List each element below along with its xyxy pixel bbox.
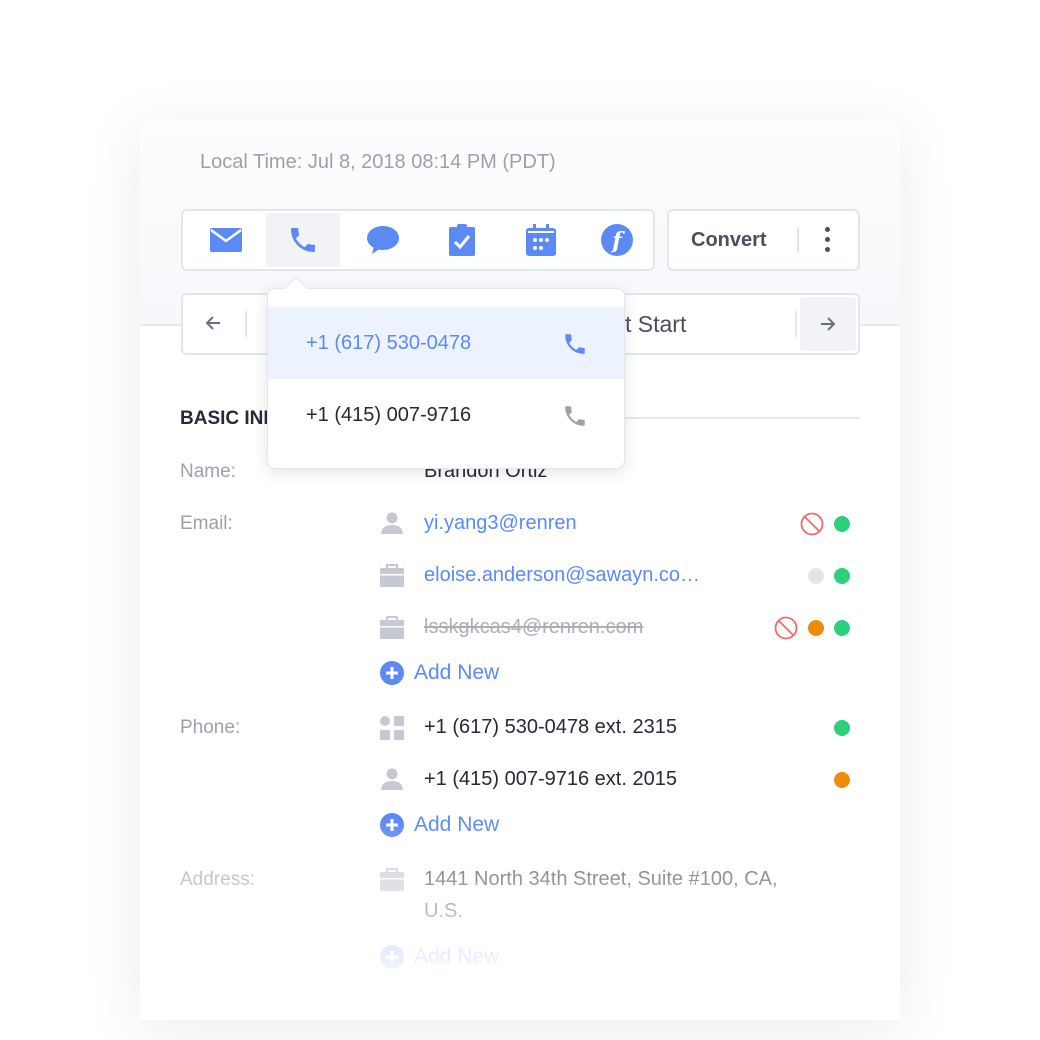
email-label: Email:: [180, 513, 233, 534]
email-value-invalid[interactable]: lsskgkcas4@renren.com: [424, 616, 643, 639]
call-button[interactable]: [266, 213, 340, 267]
add-new-label: Add New: [414, 813, 500, 836]
dropdown-number: +1 (415) 007-9716: [306, 403, 472, 426]
contact-card: Local Time: Jul 8, 2018 08:14 PM (PDT) f…: [140, 120, 900, 1020]
plus-circle-icon: [380, 661, 404, 685]
message-button[interactable]: [346, 213, 420, 267]
office-icon: [380, 716, 404, 740]
prev-stage-button[interactable]: [203, 313, 223, 338]
briefcase-icon: [380, 564, 404, 587]
add-address-button[interactable]: Add New: [380, 945, 499, 969]
arrow-left-icon: [205, 316, 220, 330]
email-value[interactable]: yi.yang3@renren: [424, 512, 577, 535]
plus-circle-icon: [380, 945, 404, 969]
dropdown-item-selected[interactable]: +1 (617) 530-0478: [268, 307, 624, 379]
phone-label: Phone:: [180, 717, 241, 738]
phone-value[interactable]: +1 (415) 007-9716 ext. 2015: [424, 768, 677, 791]
plus-circle-icon: [380, 813, 404, 837]
phone-icon: [565, 334, 585, 354]
status-dot-green: [834, 568, 850, 584]
address-label: Address:: [180, 869, 255, 890]
integration-button[interactable]: f: [580, 213, 654, 267]
activity-toolbar: f: [181, 209, 655, 271]
divider: [245, 311, 247, 337]
status-dot-green: [834, 620, 850, 636]
briefcase-icon: [380, 616, 404, 639]
status-dot-orange: [834, 772, 850, 788]
calendar-icon: [526, 224, 556, 256]
blocked-icon: [800, 512, 824, 536]
status-dot-green: [834, 720, 850, 736]
divider: [797, 227, 799, 253]
next-stage-button[interactable]: [800, 297, 856, 351]
meeting-button[interactable]: [504, 213, 578, 267]
status-dot-orange: [808, 620, 824, 636]
phone-value[interactable]: +1 (617) 530-0478 ext. 2315: [424, 716, 677, 739]
person-icon: [381, 768, 403, 790]
email-value[interactable]: eloise.anderson@sawayn.co…: [424, 564, 700, 587]
chat-bubble-icon: [367, 226, 399, 254]
convert-group: Convert: [667, 209, 860, 271]
address-line-2: U.S.: [424, 900, 463, 922]
fade-overlay: [140, 820, 900, 1020]
arrow-right-icon: [821, 317, 836, 331]
phone-dropdown: +1 (617) 530-0478 +1 (415) 007-9716: [267, 276, 625, 469]
blocked-icon: [774, 616, 798, 640]
convert-button[interactable]: Convert: [691, 229, 767, 252]
add-new-label: Add New: [414, 945, 500, 968]
briefcase-icon: [380, 868, 404, 891]
more-options-icon[interactable]: [825, 227, 831, 257]
email-button[interactable]: [189, 213, 263, 267]
add-phone-button[interactable]: Add New: [380, 813, 499, 837]
add-email-button[interactable]: Add New: [380, 661, 499, 685]
clipboard-check-icon: [449, 224, 475, 256]
address-line-1: 1441 North 34th Street, Suite #100, CA,: [424, 868, 778, 890]
local-time: Local Time: Jul 8, 2018 08:14 PM (PDT): [200, 151, 556, 173]
phone-icon: [565, 406, 585, 426]
dropdown-item[interactable]: +1 (415) 007-9716: [268, 379, 624, 451]
divider: [795, 311, 797, 337]
f-circle-icon: f: [601, 224, 633, 256]
phone-icon: [291, 228, 315, 252]
status-dot-grey: [808, 568, 824, 584]
person-icon: [381, 512, 403, 534]
name-label: Name:: [180, 461, 236, 482]
dropdown-number: +1 (617) 530-0478: [306, 331, 472, 354]
status-dot-green: [834, 516, 850, 532]
task-button[interactable]: [425, 213, 499, 267]
envelope-icon: [210, 228, 242, 252]
add-new-label: Add New: [414, 661, 500, 684]
stage-label: t Start: [625, 311, 687, 337]
